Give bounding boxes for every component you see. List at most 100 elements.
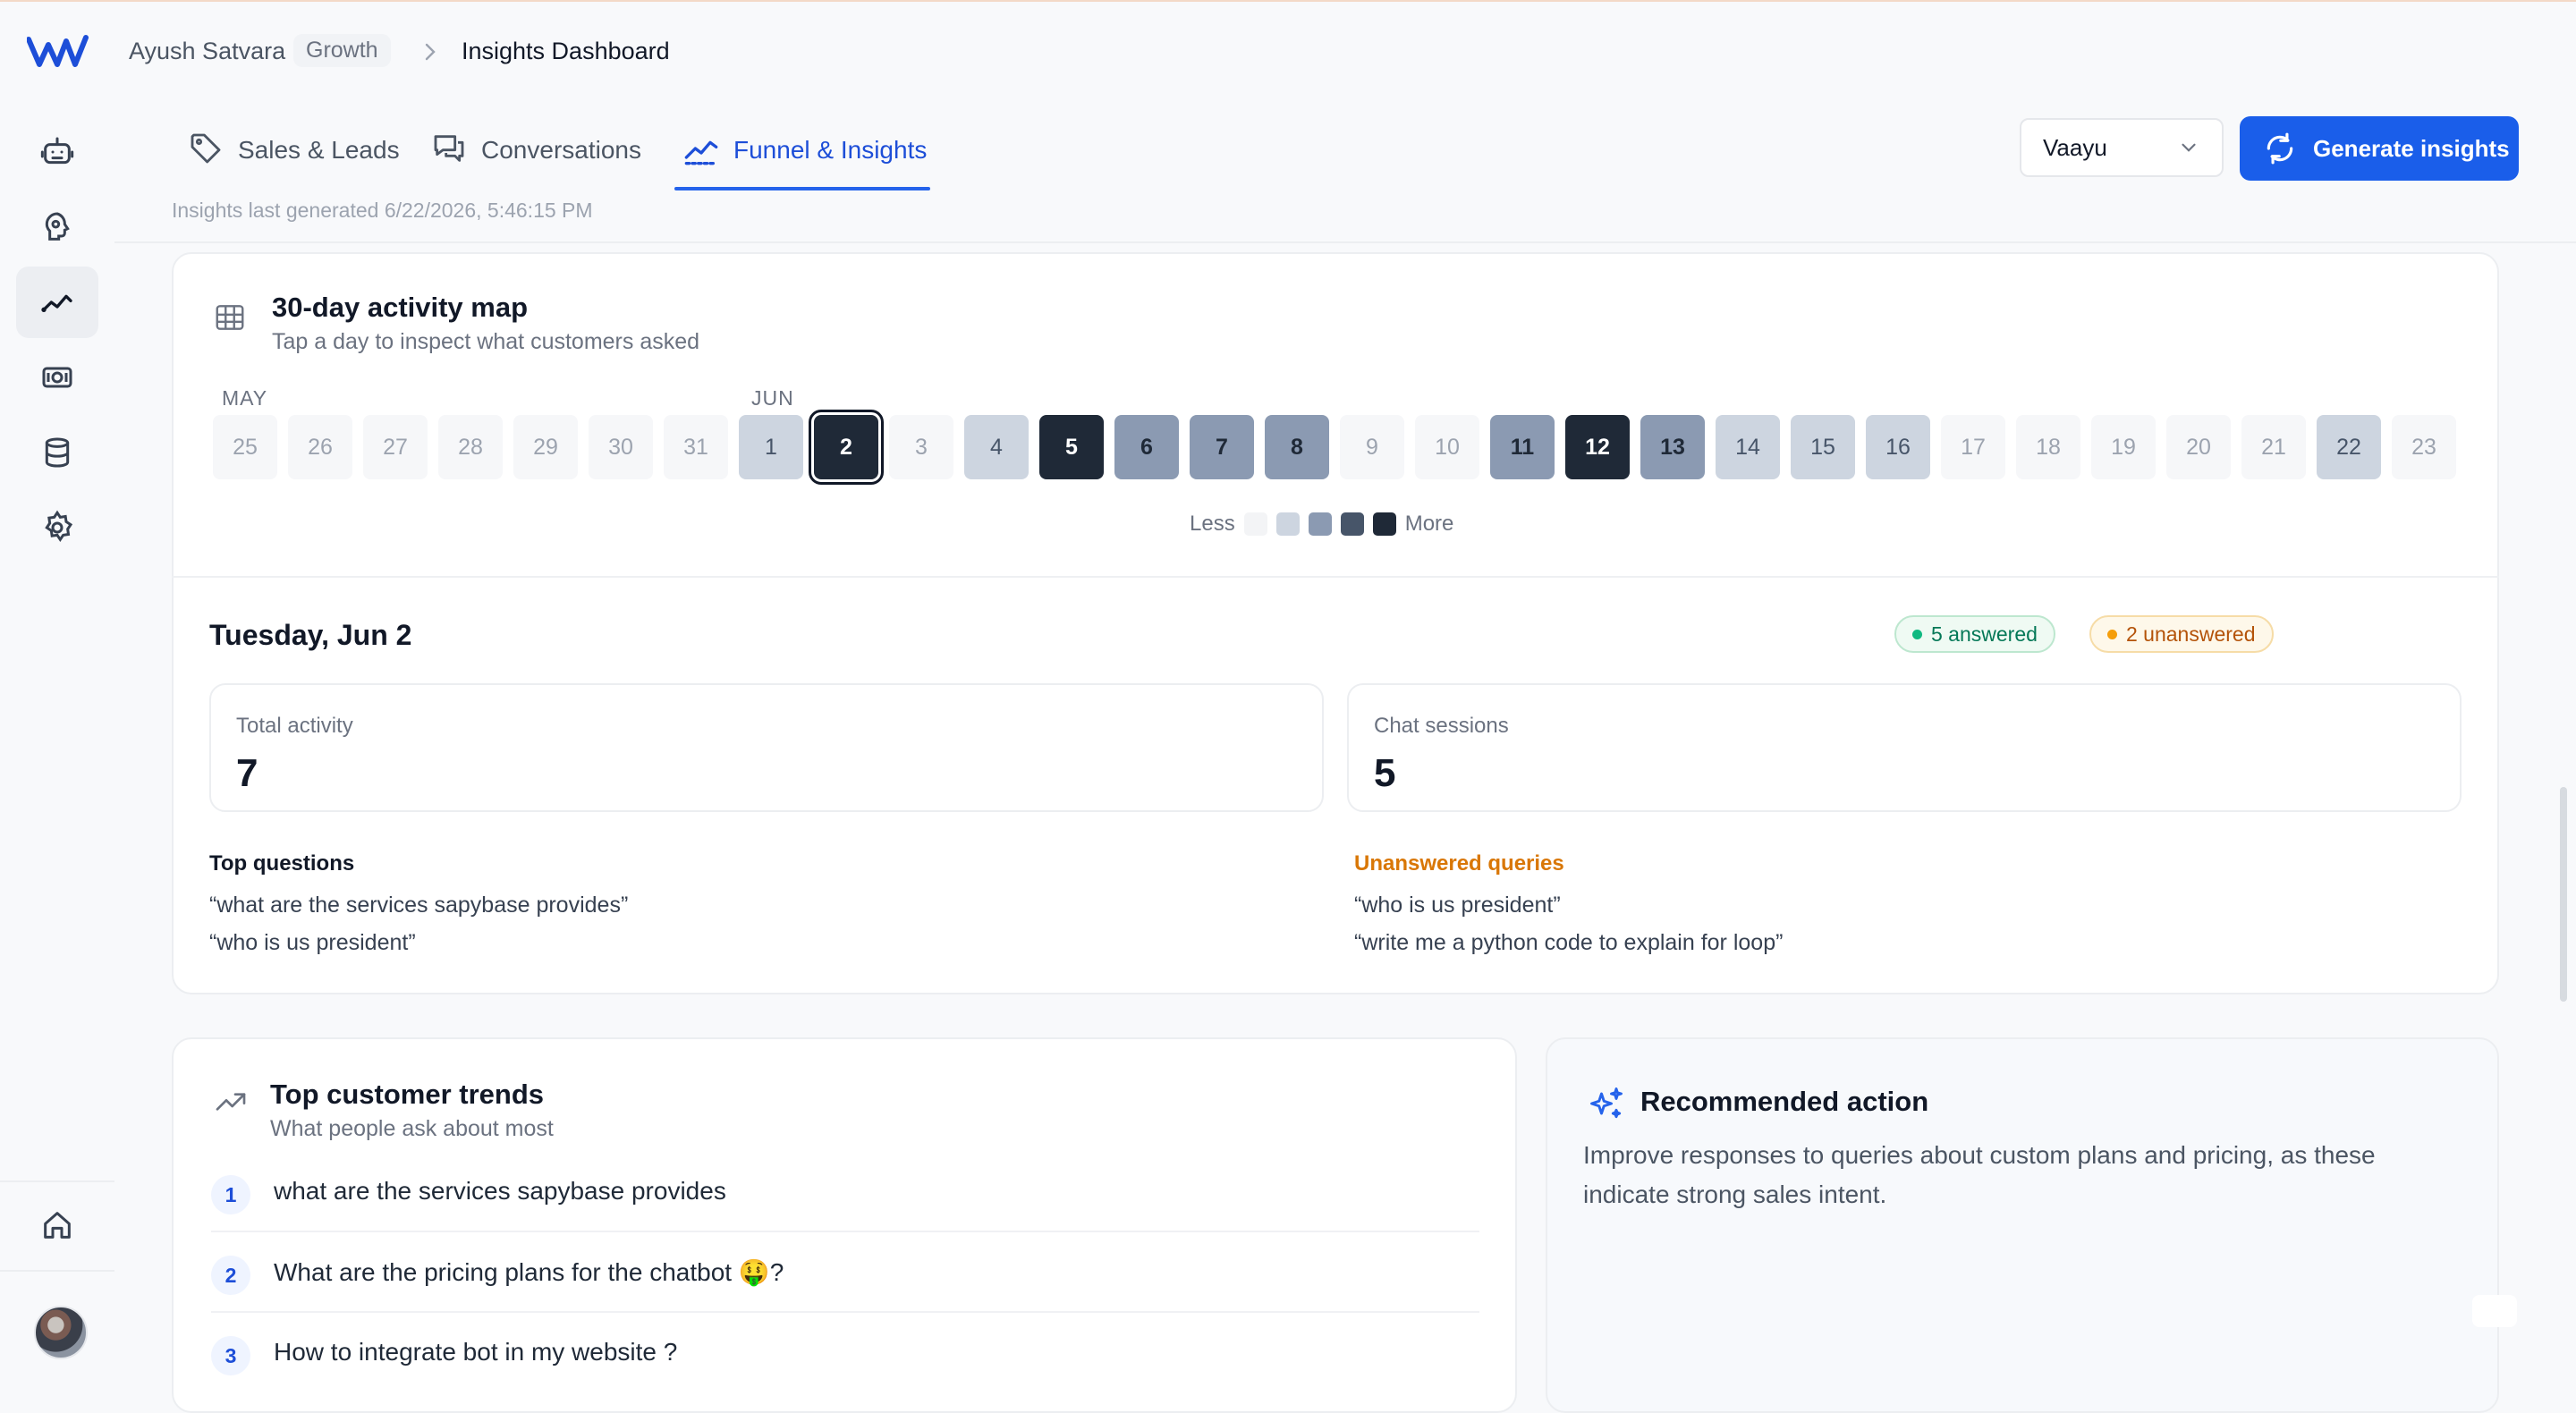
activity-day-cell[interactable]: 30 — [589, 415, 653, 479]
activity-day-cell[interactable]: 6 — [1114, 415, 1179, 479]
tab-label: Funnel & Insights — [733, 136, 928, 164]
sidebar-item-bot[interactable] — [16, 116, 98, 188]
user-avatar[interactable] — [34, 1306, 88, 1359]
activity-day-cell[interactable]: 7 — [1190, 415, 1254, 479]
trend-item[interactable]: 2 What are the pricing plans for the cha… — [211, 1232, 1479, 1313]
tab-conversations[interactable]: Conversations — [431, 123, 641, 188]
tab-label: Conversations — [481, 136, 641, 164]
trend-text: How to integrate bot in my website ? — [274, 1338, 678, 1366]
trends-subtitle: What people ask about most — [270, 1116, 554, 1141]
activity-day-cell[interactable]: 27 — [363, 415, 428, 479]
database-icon — [45, 437, 70, 468]
activity-day-cell[interactable]: 5 — [1039, 415, 1104, 479]
activity-day-cell[interactable]: 18 — [2016, 415, 2080, 479]
activity-day-cell[interactable]: 3 — [889, 415, 953, 479]
answered-dot — [1912, 629, 1922, 639]
top-accent-line — [0, 0, 2576, 2]
card-divider — [172, 576, 2499, 578]
trend-item[interactable]: 1 what are the services sapybase provide… — [211, 1152, 1479, 1232]
activity-day-cell[interactable]: 21 — [2241, 415, 2306, 479]
active-tab-indicator — [674, 187, 930, 190]
activity-day-cell[interactable]: 12 — [1565, 415, 1630, 479]
activity-day-cell[interactable]: 1 — [739, 415, 803, 479]
home-icon — [44, 1212, 71, 1239]
recommended-title: Recommended action — [1640, 1086, 1929, 1117]
activity-day-cell[interactable]: 16 — [1866, 415, 1930, 479]
scrollbar-thumb[interactable] — [2560, 787, 2567, 1002]
activity-day-cell[interactable]: 28 — [438, 415, 503, 479]
activity-day-cell[interactable]: 14 — [1716, 415, 1780, 479]
activity-day-cell[interactable]: 31 — [664, 415, 728, 479]
activity-map-title: 30-day activity map — [272, 292, 529, 323]
activity-day-cell[interactable]: 23 — [2392, 415, 2456, 479]
activity-day-cell[interactable]: 11 — [1490, 415, 1555, 479]
generate-insights-label: Generate insights — [2313, 134, 2510, 162]
tab-funnel-insights[interactable]: Funnel & Insights — [683, 123, 927, 188]
activity-map-subtitle: Tap a day to inspect what customers aske… — [272, 329, 700, 354]
sidebar-item-settings[interactable] — [16, 492, 98, 563]
total-activity-stat: Total activity 7 — [209, 683, 1324, 812]
activity-day-cell[interactable]: 15 — [1791, 415, 1855, 479]
chat-sessions-label: Chat sessions — [1374, 714, 1509, 738]
answered-badge: 5 answered — [1894, 615, 2055, 653]
workspace-badge: Growth — [293, 34, 391, 67]
answered-count: 5 answered — [1931, 622, 2038, 646]
activity-day-cell[interactable]: 17 — [1941, 415, 2005, 479]
sparkles-icon — [1590, 1087, 1623, 1119]
unanswered-query-item: “write me a python code to explain for l… — [1354, 930, 1784, 955]
bot-icon — [40, 137, 74, 165]
unanswered-count: 2 unanswered — [2126, 622, 2256, 646]
insights-icon — [41, 294, 72, 312]
generate-insights-button[interactable]: Generate insights — [2240, 116, 2519, 181]
activity-day-cell[interactable]: 13 — [1640, 415, 1705, 479]
activity-day-cell[interactable]: 22 — [2317, 415, 2381, 479]
trend-text: what are the services sapybase provides — [274, 1177, 726, 1205]
unanswered-badge: 2 unanswered — [2089, 615, 2274, 653]
sidebar-item-brain[interactable] — [16, 191, 98, 263]
recommended-action-card: Recommended action Improve responses to … — [1546, 1037, 2499, 1413]
recommended-text: Improve responses to queries about custo… — [1583, 1141, 2376, 1208]
activity-day-cell[interactable]: 20 — [2166, 415, 2231, 479]
last-generated-text: Insights last generated 6/22/2026, 5:46:… — [172, 199, 593, 222]
sidebar-item-database[interactable] — [16, 417, 98, 488]
sidebar — [0, 0, 114, 1393]
activity-day-cell[interactable]: 29 — [513, 415, 578, 479]
breadcrumb-user[interactable]: Ayush Satvara — [129, 38, 285, 65]
sidebar-divider — [0, 1180, 114, 1182]
legend-more-label: More — [1404, 512, 1454, 536]
month-label-jun: JUN — [751, 386, 794, 410]
activity-day-cell[interactable]: 8 — [1265, 415, 1329, 479]
trend-item[interactable]: 3 How to integrate bot in my website ? — [211, 1313, 1479, 1393]
top-question-item: “what are the services sapybase provides… — [209, 893, 629, 918]
bot-select[interactable]: Vaayu — [2020, 118, 2224, 177]
sidebar-item-home[interactable] — [16, 1189, 98, 1261]
sidebar-item-money[interactable] — [16, 342, 98, 413]
trends-title: Top customer trends — [270, 1079, 545, 1110]
month-label-may: MAY — [222, 386, 268, 410]
activity-day-cell[interactable]: 10 — [1415, 415, 1479, 479]
legend-swatch — [1308, 512, 1332, 536]
legend-swatch — [1275, 512, 1300, 536]
activity-day-cell[interactable]: 4 — [964, 415, 1029, 479]
tag-icon — [191, 133, 221, 164]
refresh-icon — [2267, 132, 2293, 165]
activity-day-cell[interactable]: 9 — [1340, 415, 1404, 479]
tab-sales-leads[interactable]: Sales & Leads — [188, 123, 400, 188]
top-trends-card: Top customer trends What people ask abou… — [172, 1037, 1517, 1413]
activity-day-cell[interactable]: 19 — [2091, 415, 2156, 479]
unanswered-queries-heading: Unanswered queries — [1354, 851, 1564, 876]
trend-rank: 2 — [211, 1256, 250, 1295]
chevron-right-icon — [425, 43, 436, 61]
chat-sessions-stat: Chat sessions 5 — [1347, 683, 2462, 812]
brand-logo[interactable] — [27, 32, 89, 72]
trend-rank: 3 — [211, 1336, 250, 1375]
activity-day-cell[interactable]: 25 — [213, 415, 277, 479]
activity-day-cell[interactable]: 26 — [288, 415, 352, 479]
activity-day-cell[interactable]: 2 — [809, 410, 884, 485]
floating-widget-button[interactable] — [2472, 1295, 2517, 1327]
sidebar-item-insights[interactable] — [16, 267, 98, 338]
grid-icon — [216, 305, 244, 330]
tab-label: Sales & Leads — [238, 136, 400, 164]
brain-icon — [45, 212, 70, 241]
legend-less-label: Less — [1190, 512, 1235, 536]
